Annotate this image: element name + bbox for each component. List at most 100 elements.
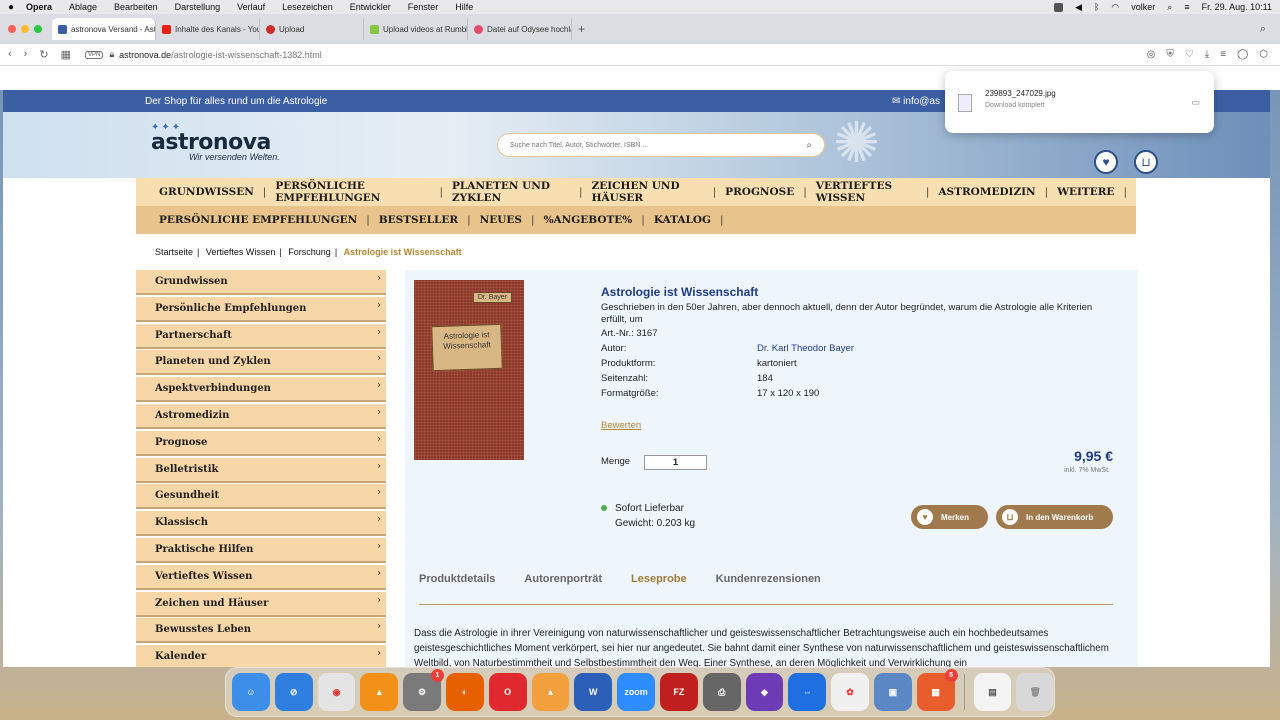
menu-bearbeiten[interactable]: Bearbeiten: [114, 2, 158, 12]
back-icon[interactable]: ‹: [8, 48, 12, 61]
nav-astromedizin[interactable]: ASTROMEDIZIN: [938, 186, 1035, 198]
rate-link[interactable]: Bewerten: [601, 420, 641, 431]
crumb-vertieftes-wissen[interactable]: Vertieftes Wissen: [206, 247, 276, 257]
menu-darstellung[interactable]: Darstellung: [175, 2, 221, 12]
tab-autorenportraet[interactable]: Autorenporträt: [524, 573, 602, 604]
sidebar-item-praktische-hilfen[interactable]: Praktische Hilfen ›: [136, 537, 386, 563]
tab-search-icon[interactable]: ⌕: [1260, 23, 1266, 36]
sidebar-item-grundwissen[interactable]: Grundwissen ›: [136, 270, 386, 295]
menu-verlauf[interactable]: Verlauf: [237, 2, 265, 12]
nav-vertieftes-wissen[interactable]: VERTIEFTES WISSEN: [816, 180, 917, 204]
merken-button[interactable]: ♥ Merken: [911, 505, 988, 529]
chrome-icon[interactable]: ◉: [317, 673, 356, 711]
vlc-icon[interactable]: ▲: [531, 673, 570, 711]
menu-hilfe[interactable]: Hilfe: [455, 2, 473, 12]
menu-lesezeichen[interactable]: Lesezeichen: [282, 2, 333, 12]
tab-kundenrezensionen[interactable]: Kundenrezensionen: [716, 573, 821, 604]
quantity-input[interactable]: 1: [644, 455, 707, 470]
author-link[interactable]: Dr. Karl Theodor Bayer: [757, 343, 854, 358]
apple-icon[interactable]: ●: [8, 2, 26, 13]
minimize-window-button[interactable]: [21, 25, 29, 33]
tab-odysee[interactable]: Datei auf Odysee hochla: [468, 18, 572, 40]
forward-icon[interactable]: ›: [24, 48, 28, 61]
zoom-icon[interactable]: zoom: [617, 673, 655, 711]
menu-ablage[interactable]: Ablage: [69, 2, 97, 12]
nav2-neues[interactable]: NEUES: [480, 214, 522, 226]
url-field[interactable]: astronova.de/astrologie-ist-wissenschaft…: [119, 50, 322, 60]
crumb-forschung[interactable]: Forschung: [288, 247, 331, 257]
sidebar-item-planeten-und-zyklen[interactable]: Planeten und Zyklen ›: [136, 350, 386, 376]
mail-link[interactable]: ✉ info@as: [892, 96, 940, 107]
folder-icon[interactable]: ▭: [1191, 97, 1200, 108]
affinity-icon[interactable]: ◆: [745, 673, 784, 711]
wifi-icon[interactable]: ◠: [1111, 2, 1119, 13]
system-settings-icon[interactable]: ⚙ 1: [403, 669, 444, 711]
tab-rumble[interactable]: Upload videos at Rumble: [364, 18, 468, 40]
menubar-user[interactable]: volker: [1131, 2, 1155, 12]
sidebar-item-klassisch[interactable]: Klassisch ›: [136, 511, 386, 537]
nav2-angebote[interactable]: %ANGEBOTE%: [544, 214, 633, 226]
vlc-cone-icon[interactable]: ▲: [360, 673, 399, 711]
crumb-startseite[interactable]: Startseite: [155, 247, 193, 257]
nav-persoenliche-empfehlungen[interactable]: PERSÖNLICHE EMPFEHLUNGEN: [275, 180, 430, 204]
menubar-datetime[interactable]: Fr. 29. Aug. 10:11: [1202, 2, 1272, 12]
sidebar-item-aspektverbindungen[interactable]: Aspektverbindungen ›: [136, 377, 386, 403]
safari-icon[interactable]: ⊘: [274, 673, 313, 711]
sidebar-item-bewusstes-leben[interactable]: Bewusstes Leben ›: [136, 618, 386, 644]
tab-youtube[interactable]: Inhalte des Kanals - You: [156, 18, 260, 40]
sidebar-item-zeichen-und-haeuser[interactable]: Zeichen und Häuser ›: [136, 591, 386, 617]
heart-icon[interactable]: ♡: [1185, 49, 1194, 60]
opera-icon[interactable]: O: [488, 673, 527, 711]
sidebar-item-prognose[interactable]: Prognose ›: [136, 430, 386, 456]
menu-fenster[interactable]: Fenster: [408, 2, 439, 12]
filezilla-icon[interactable]: FZ: [659, 673, 698, 711]
nav-zeichen-und-haeuser[interactable]: ZEICHEN UND HÄUSER: [592, 180, 704, 204]
sidebar-item-astromedizin[interactable]: Astromedizin ›: [136, 403, 386, 429]
firefox-icon[interactable]: ◐: [445, 673, 484, 711]
printer-icon[interactable]: ⎙: [702, 673, 741, 711]
lock-icon[interactable]: 🔒︎: [109, 49, 114, 60]
close-window-button[interactable]: [8, 25, 16, 33]
tab-astronova[interactable]: astronova Versand - Astr: [52, 18, 156, 40]
vpn-badge[interactable]: VPN: [84, 50, 104, 59]
menu-entwickler[interactable]: Entwickler: [350, 2, 391, 12]
volume-icon[interactable]: ◀: [1075, 2, 1082, 13]
preview-icon[interactable]: ▣: [873, 673, 912, 711]
sidebar-item-vertieftes-wissen[interactable]: Vertieftes Wissen ›: [136, 564, 386, 590]
wishlist-heart-icon[interactable]: ♥: [1094, 150, 1118, 174]
shield-icon[interactable]: ⛨: [1166, 49, 1174, 60]
sidebar-item-kalender[interactable]: Kalender ›: [136, 645, 386, 667]
basket-icon[interactable]: ⊔: [1134, 150, 1158, 174]
trash-icon[interactable]: 🗑︎: [1016, 673, 1055, 711]
word-icon[interactable]: W: [574, 673, 613, 711]
camera-icon[interactable]: ◎: [1147, 49, 1156, 60]
status-icon[interactable]: [1054, 2, 1064, 12]
finder-icon[interactable]: ☺: [232, 673, 270, 711]
sidebar-item-persoenliche-empfehlungen[interactable]: Persönliche Empfehlungen ›: [136, 296, 386, 322]
menu-icon[interactable]: ≡: [1220, 49, 1226, 60]
reload-icon[interactable]: ↻: [39, 48, 48, 61]
nav-grundwissen[interactable]: GRUNDWISSEN: [159, 186, 254, 198]
downloads-stack-icon[interactable]: ▤: [973, 673, 1012, 711]
nav2-bestseller[interactable]: BESTSELLER: [379, 214, 458, 226]
sidebar-item-belletristik[interactable]: Belletristik ›: [136, 457, 386, 483]
product-cover-image[interactable]: Dr. Bayer Astrologie ist Wissenschaft: [414, 280, 524, 460]
new-tab-plus-icon[interactable]: +: [578, 22, 585, 36]
download-icon[interactable]: ⤓: [1205, 49, 1209, 60]
bluetooth-icon[interactable]: ᛒ: [1094, 2, 1099, 12]
nav-prognose[interactable]: PROGNOSE: [725, 186, 794, 198]
download-filename[interactable]: 239893_247029.jpg: [985, 89, 1056, 98]
sidebar-item-partnerschaft[interactable]: Partnerschaft ›: [136, 323, 386, 349]
tab-upload[interactable]: Upload: [260, 18, 364, 40]
sidebar-item-gesundheit[interactable]: Gesundheit ›: [136, 484, 386, 510]
site-logo[interactable]: ✦✦✦ astronova Wir versenden Welten.: [151, 122, 280, 162]
profile-icon[interactable]: ◯: [1237, 49, 1248, 60]
add-to-cart-button[interactable]: ⊔ In den Warenkorb: [996, 505, 1113, 529]
app-store-icon[interactable]: ▦ 5: [916, 669, 958, 711]
menu-app-name[interactable]: Opera: [26, 2, 52, 12]
control-center-icon[interactable]: ≡: [1184, 2, 1189, 12]
tab-leseprobe[interactable]: Leseprobe: [631, 573, 687, 604]
extensions-icon[interactable]: ⬡: [1259, 49, 1268, 60]
nav2-persoenliche-empfehlungen[interactable]: PERSÖNLICHE EMPFEHLUNGEN: [159, 214, 357, 226]
nav-weitere[interactable]: WEITERE: [1057, 186, 1114, 198]
